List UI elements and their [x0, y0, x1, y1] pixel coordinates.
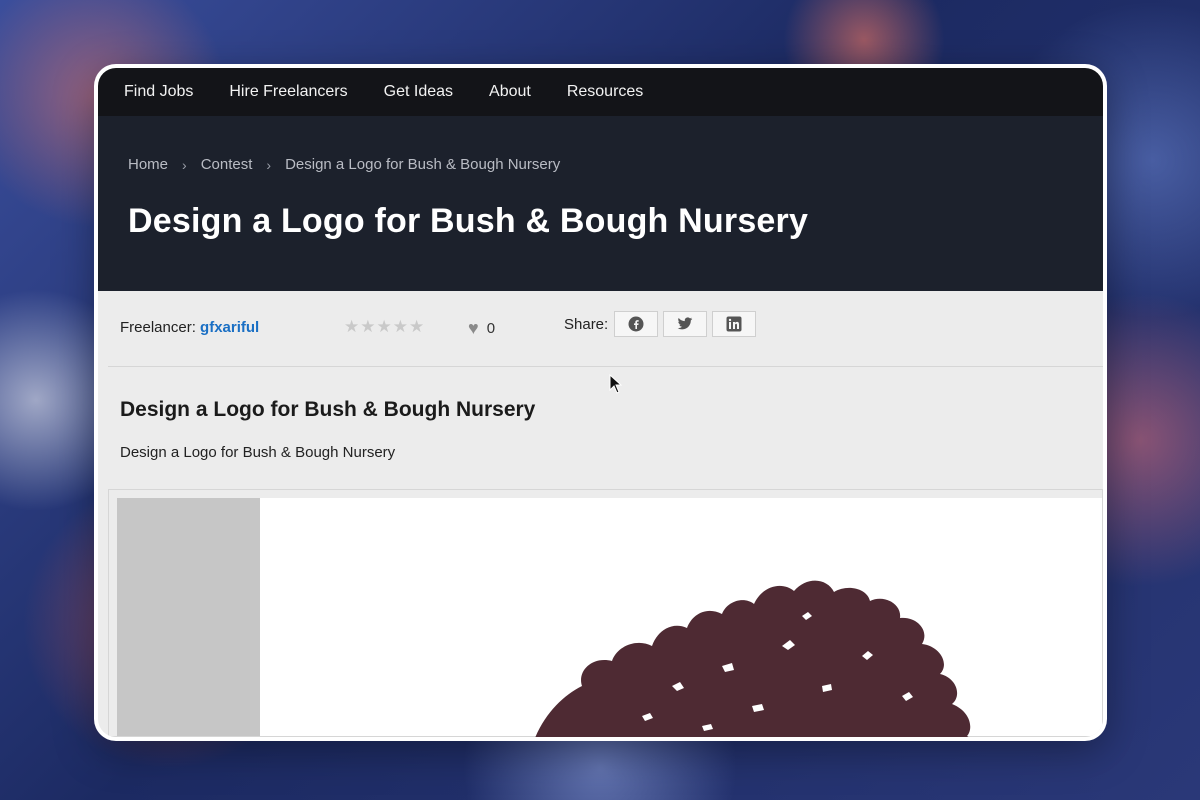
likes-count: 0: [486, 320, 496, 337]
star-icon[interactable]: ★: [344, 317, 359, 337]
heart-icon[interactable]: ♥: [468, 318, 479, 339]
entry-title: Design a Logo for Bush & Bough Nursery: [120, 398, 536, 421]
share-twitter-button[interactable]: [663, 311, 708, 337]
nav-about[interactable]: About: [489, 83, 531, 101]
facebook-icon: [628, 316, 644, 332]
breadcrumb-separator: ›: [266, 156, 272, 173]
twitter-icon: [677, 317, 693, 330]
tree-logo-artwork: [535, 580, 971, 737]
nav-get-ideas[interactable]: Get Ideas: [384, 83, 453, 101]
mouse-cursor-icon: [609, 374, 623, 394]
share-facebook-button[interactable]: [614, 311, 659, 337]
section-divider: [108, 366, 1103, 367]
nav-find-jobs[interactable]: Find Jobs: [124, 83, 193, 101]
nav-resources[interactable]: Resources: [567, 83, 643, 101]
star-icon[interactable]: ★: [393, 317, 408, 337]
share-linkedin-button[interactable]: [712, 311, 757, 337]
rating-stars: ★ ★ ★ ★ ★: [344, 317, 425, 337]
browser-card: Find Jobs Hire Freelancers Get Ideas Abo…: [94, 64, 1107, 741]
breadcrumb-home[interactable]: Home: [128, 156, 168, 173]
entry-description: Design a Logo for Bush & Bough Nursery: [120, 444, 396, 461]
breadcrumb-current: Design a Logo for Bush & Bough Nursery: [285, 156, 561, 173]
star-icon[interactable]: ★: [360, 317, 375, 337]
breadcrumb: Home › Contest › Design a Logo for Bush …: [128, 156, 560, 173]
star-icon[interactable]: ★: [409, 317, 424, 337]
entry-image[interactable]: [117, 498, 1102, 737]
breadcrumb-contest[interactable]: Contest: [201, 156, 253, 173]
page-title: Design a Logo for Bush & Bough Nursery: [128, 202, 809, 240]
likes: ♥ 0: [468, 318, 495, 339]
breadcrumb-separator: ›: [182, 156, 187, 173]
freelancer-info: Freelancer: gfxariful: [120, 319, 259, 336]
hero-banner: Home › Contest › Design a Logo for Bush …: [98, 116, 1103, 291]
freelancer-name-link[interactable]: gfxariful: [200, 319, 259, 336]
top-nav: Find Jobs Hire Freelancers Get Ideas Abo…: [98, 68, 1103, 116]
thumbnail-placeholder: [117, 498, 260, 736]
star-icon[interactable]: ★: [377, 317, 392, 337]
entry-image-frame: [108, 489, 1103, 737]
share-label: Share:: [564, 315, 609, 333]
share-bar: Share:: [564, 311, 761, 337]
linkedin-icon: [726, 316, 742, 332]
nav-hire-freelancers[interactable]: Hire Freelancers: [229, 83, 347, 101]
freelancer-label: Freelancer:: [120, 319, 196, 336]
entry-meta-bar: Freelancer: gfxariful ★ ★ ★ ★ ★ ♥ 0 Shar…: [98, 291, 1103, 367]
page-viewport: Find Jobs Hire Freelancers Get Ideas Abo…: [98, 68, 1103, 737]
